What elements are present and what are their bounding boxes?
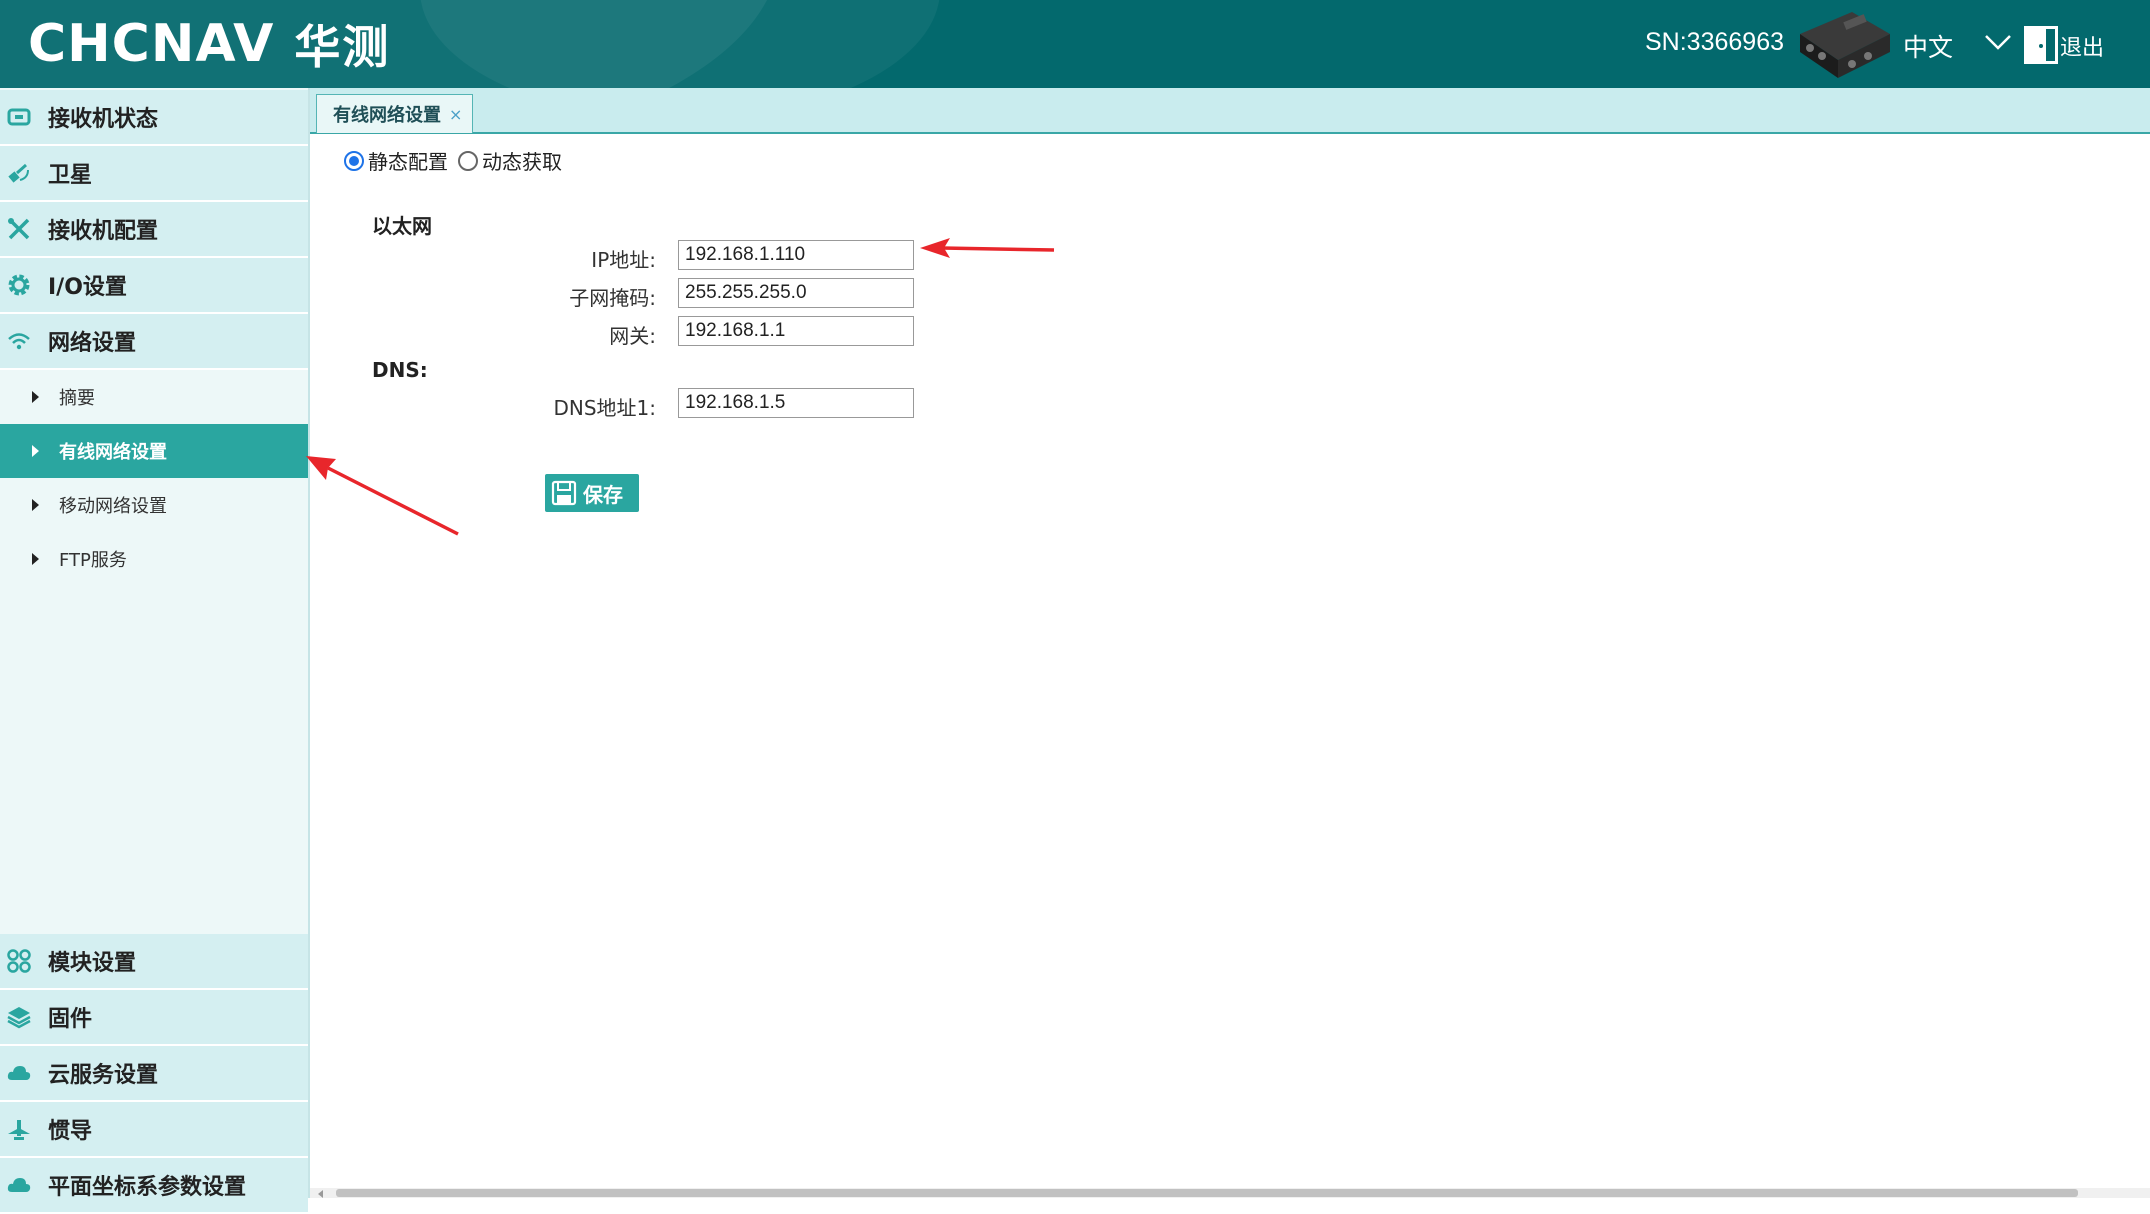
ethernet-section-title: 以太网 (372, 214, 432, 238)
logout-button[interactable]: 退出 (2060, 30, 2104, 62)
sidebar-item-io-settings[interactable]: I/O设置 (0, 258, 308, 314)
caret-right-icon (32, 445, 39, 457)
sidebar-item-plane-coordinate[interactable]: 平面坐标系参数设置 (0, 1158, 308, 1214)
sidebar-item-label: 平面坐标系参数设置 (48, 1175, 247, 1200)
subnet-mask-label: 子网掩码: (569, 286, 656, 310)
cloud-icon (4, 1170, 34, 1200)
logout-icon[interactable] (2020, 22, 2060, 66)
header-decoration (420, 0, 940, 88)
caret-right-icon (32, 499, 39, 511)
sidebar-item-ins[interactable]: 惯导 (0, 1102, 308, 1158)
sidebar-item-label: 接收机状态 (48, 107, 159, 132)
satellite-icon (4, 158, 34, 188)
sidebar: 接收机状态 卫星 接收机配置 I/O设置 网络设置 摘要 有线网络设置 移动网络… (0, 88, 310, 1214)
gateway-input[interactable] (678, 316, 914, 346)
gateway-label: 网关: (609, 324, 656, 348)
sidebar-item-firmware[interactable]: 固件 (0, 990, 308, 1046)
annotation-arrows (306, 238, 1055, 536)
subnet-mask-input[interactable] (678, 278, 914, 308)
radio-dhcp-label[interactable]: 动态获取 (482, 146, 562, 175)
close-icon[interactable]: × (449, 105, 462, 124)
sidebar-item-satellite[interactable]: 卫星 (0, 146, 308, 202)
modules-icon (4, 946, 34, 976)
sidebar-item-network-settings[interactable]: 网络设置 (0, 314, 308, 370)
radio-static[interactable] (344, 150, 364, 171)
sidebar-item-module-settings[interactable]: 模块设置 (0, 934, 308, 990)
sidebar-item-label: 接收机配置 (48, 219, 159, 244)
language-selector[interactable]: 中文 (1903, 28, 1953, 64)
sidebar-item-label: 云服务设置 (48, 1063, 159, 1088)
annotation-arrow-ip (920, 238, 1055, 258)
sidebar-subitem-ftp[interactable]: FTP服务 (0, 532, 308, 586)
ip-mode-radio-group: 静态配置 动态获取 (344, 146, 572, 175)
horizontal-scrollbar[interactable] (310, 1188, 2150, 1198)
sidebar-item-label: 模块设置 (48, 951, 137, 976)
sidebar-subitem-summary[interactable]: 摘要 (0, 370, 308, 424)
wifi-icon (4, 326, 34, 356)
sidebar-subitem-label: 移动网络设置 (59, 496, 167, 517)
scrollbar-thumb[interactable] (336, 1189, 2078, 1197)
annotation-arrow-sidebar (306, 456, 459, 536)
sidebar-subitem-label: FTP服务 (59, 550, 127, 571)
ip-address-input[interactable] (678, 240, 914, 270)
brand-name-cn: 华测 (294, 20, 391, 74)
tab-wired-network[interactable]: 有线网络设置 × (316, 94, 474, 133)
sidebar-subitem-wired-network[interactable]: 有线网络设置 (0, 424, 308, 478)
tab-label: 有线网络设置 (333, 105, 441, 126)
cloud-icon (4, 1058, 34, 1088)
scroll-left-icon[interactable] (318, 1190, 323, 1198)
top-header: CHCNAV 华测 SN:3366963 中文 退出 (0, 0, 2150, 88)
dns1-label: DNS地址1: (553, 396, 656, 420)
radio-dhcp[interactable] (458, 150, 478, 171)
receiver-device-image (1800, 12, 1890, 78)
sidebar-item-label: 固件 (48, 1007, 93, 1032)
sidebar-subitem-mobile-network[interactable]: 移动网络设置 (0, 478, 308, 532)
save-button-label: 保存 (583, 484, 623, 507)
radio-static-label[interactable]: 静态配置 (368, 146, 448, 175)
sidebar-item-label: 惯导 (48, 1119, 93, 1144)
plane-icon (4, 1114, 34, 1144)
dns-section-title: DNS: (372, 358, 428, 382)
gear-icon (4, 270, 34, 300)
sidebar-item-receiver-status[interactable]: 接收机状态 (0, 90, 308, 146)
floppy-save-icon (551, 480, 577, 506)
ip-address-label: IP地址: (591, 248, 656, 272)
save-button[interactable]: 保存 (545, 474, 639, 512)
sidebar-item-receiver-config[interactable]: 接收机配置 (0, 202, 308, 258)
layers-icon (4, 1002, 34, 1032)
sidebar-subitem-label: 有线网络设置 (59, 442, 167, 463)
caret-right-icon (32, 553, 39, 565)
sidebar-item-cloud-service[interactable]: 云服务设置 (0, 1046, 308, 1102)
sidebar-item-label: 卫星 (48, 163, 93, 188)
sidebar-item-label: 网络设置 (48, 331, 137, 356)
dns1-input[interactable] (678, 388, 914, 418)
brand-logo: CHCNAV 华测 (28, 14, 390, 74)
tools-icon (4, 214, 34, 244)
sidebar-subitem-label: 摘要 (59, 388, 95, 409)
chevron-down-icon[interactable] (1983, 28, 2013, 54)
tab-bar: 有线网络设置 × (310, 88, 2150, 134)
brand-name: CHCNAV (28, 14, 275, 74)
receiver-status-icon (4, 102, 34, 132)
sidebar-item-label: I/O设置 (48, 275, 127, 300)
caret-right-icon (32, 391, 39, 403)
serial-number: SN:3366963 (1645, 28, 1785, 56)
